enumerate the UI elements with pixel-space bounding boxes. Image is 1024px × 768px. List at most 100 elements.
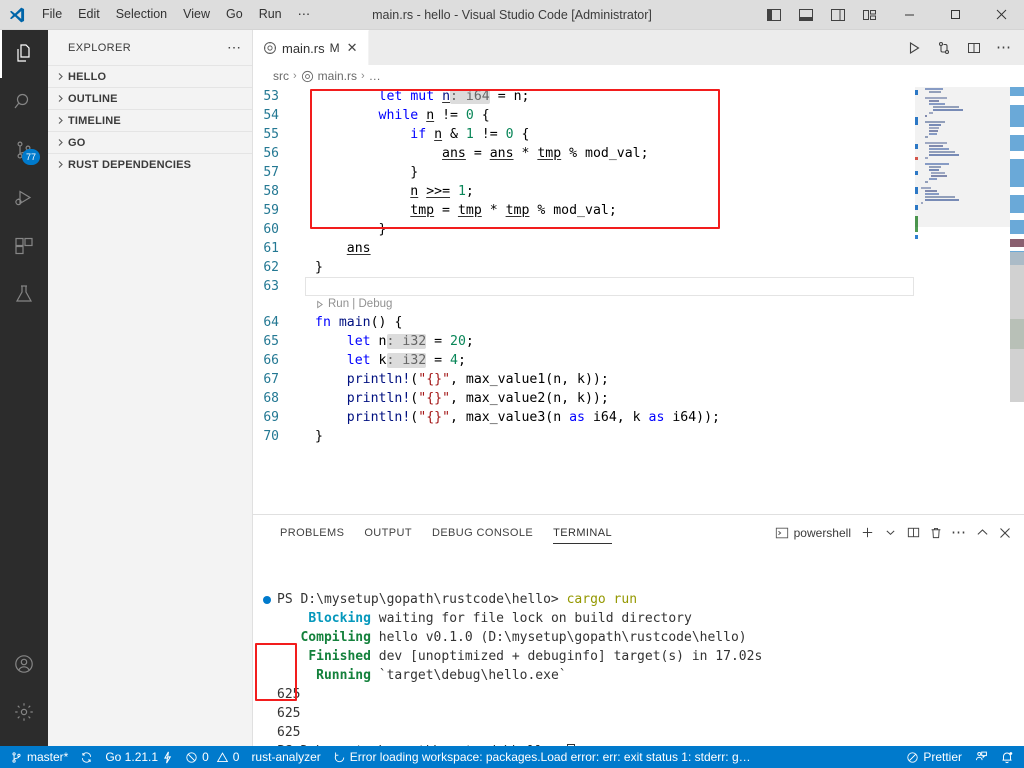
terminal-command-marker	[263, 595, 271, 604]
sidebar-section-go[interactable]: GO	[48, 131, 252, 153]
minimize-button[interactable]	[886, 0, 932, 30]
breadcrumb-item-main-rs[interactable]: main.rs	[301, 69, 357, 83]
sidebar-section-rust-dependencies[interactable]: RUST DEPENDENCIES	[48, 153, 252, 175]
editor-more-actions-icon[interactable]: ⋯	[990, 30, 1018, 65]
activity-item-accounts[interactable]	[0, 640, 48, 688]
panel-tab-debug-console[interactable]: DEBUG CONSOLE	[422, 515, 543, 550]
code-line[interactable]: 57 }	[253, 163, 1024, 182]
status-notifications[interactable]	[994, 746, 1020, 768]
close-button[interactable]	[978, 0, 1024, 30]
customize-layout-icon[interactable]	[854, 0, 886, 30]
kill-terminal-trash-icon[interactable]	[925, 515, 947, 550]
split-terminal-icon[interactable]	[902, 515, 924, 550]
terminal-text: PS D:\mysetup\gopath\rustcode\hello>	[277, 742, 567, 746]
terminal-line: 625	[263, 685, 1024, 704]
code-line[interactable]: 65 let n: i32 = 20;	[253, 332, 1024, 351]
code-line[interactable]: 60 }	[253, 220, 1024, 239]
sidebar-section-timeline[interactable]: TIMELINE	[48, 109, 252, 131]
code-line[interactable]: 61 ans	[253, 239, 1024, 258]
sidebar-section-outline[interactable]: OUTLINE	[48, 87, 252, 109]
minimap-slider[interactable]	[915, 87, 1010, 227]
code-line[interactable]: 53 let mut n: i64 = n;	[253, 87, 1024, 106]
inlay-type-hint: : i64	[450, 89, 490, 104]
terminal-selector[interactable]: powershell	[775, 526, 855, 540]
status-branch-label: master*	[27, 750, 69, 764]
activity-item-explorer[interactable]	[0, 30, 48, 78]
status-prettier[interactable]: Prettier	[900, 746, 968, 768]
editor-tab-close-icon[interactable]: ✕	[347, 40, 358, 56]
activity-item-settings[interactable]	[0, 688, 48, 736]
code-token: let	[378, 89, 403, 104]
code-line[interactable]: 67 println!("{}", max_value1(n, k));	[253, 370, 1024, 389]
code-line[interactable]: 62}	[253, 258, 1024, 277]
git-graph-icon[interactable]	[930, 30, 958, 65]
codelens-run-link[interactable]: Run	[328, 295, 349, 314]
menu-edit[interactable]: Edit	[70, 4, 108, 25]
menu-selection[interactable]: Selection	[108, 4, 175, 25]
sidebar-section-label: GO	[68, 136, 86, 149]
code-token: 20	[450, 334, 466, 349]
status-branch[interactable]: master*	[4, 746, 74, 768]
activity-item-search[interactable]	[0, 78, 48, 126]
maximize-panel-chevron-up-icon[interactable]	[971, 515, 993, 550]
code-token: "{}"	[418, 391, 451, 406]
codelens-debug-link[interactable]: Debug	[359, 295, 393, 314]
panel-tab-terminal[interactable]: TERMINAL	[543, 515, 622, 550]
minimap[interactable]	[915, 87, 1010, 514]
toggle-primary-sidebar-icon[interactable]	[758, 0, 790, 30]
activity-item-run-and-debug[interactable]	[0, 174, 48, 222]
panel-tab-output[interactable]: OUTPUT	[354, 515, 422, 550]
toggle-panel-icon[interactable]	[790, 0, 822, 30]
menu-run[interactable]: Run	[251, 4, 290, 25]
chevron-right-icon	[52, 94, 68, 103]
new-terminal-plus-icon[interactable]	[856, 515, 878, 550]
activity-item-source-control[interactable]: 77	[0, 126, 48, 174]
toggle-secondary-sidebar-icon[interactable]	[822, 0, 854, 30]
editor-tab-main-rs[interactable]: main.rs M ✕	[253, 30, 369, 65]
menu-more[interactable]: ⋯	[290, 4, 319, 25]
code-editor[interactable]: 53 let mut n: i64 = n; 54 while n != 0 {5…	[253, 87, 1024, 514]
menu-view[interactable]: View	[175, 4, 218, 25]
status-rust-analyzer[interactable]: rust-analyzer	[245, 746, 326, 768]
breadcrumb-item-more[interactable]: …	[369, 69, 381, 83]
code-line[interactable]: 69 println!("{}", max_value3(n as i64, k…	[253, 408, 1024, 427]
status-sync[interactable]	[74, 746, 99, 768]
activity-item-testing[interactable]	[0, 270, 48, 318]
terminal-profile-chevron-down-icon[interactable]	[879, 515, 901, 550]
status-go-version[interactable]: Go 1.21.1	[99, 746, 179, 768]
code-line[interactable]: 56 ans = ans * tmp % mod_val;	[253, 144, 1024, 163]
status-feedback[interactable]	[968, 746, 994, 768]
code-line[interactable]: 66 let k: i32 = 4;	[253, 351, 1024, 370]
sidebar-more-actions-icon[interactable]: ⋯	[227, 39, 242, 56]
status-workspace-error[interactable]: Error loading workspace: packages.Load e…	[327, 746, 757, 768]
status-problems[interactable]: 0 0	[179, 746, 245, 768]
code-line[interactable]: 59 tmp = tmp * tmp % mod_val;	[253, 201, 1024, 220]
run-code-play-icon[interactable]	[900, 30, 928, 65]
code-token: println!	[346, 391, 411, 406]
code-line[interactable]: 63	[253, 277, 1024, 296]
code-line[interactable]: 54 while n != 0 {	[253, 106, 1024, 125]
code-line[interactable]: 55 if n & 1 != 0 {	[253, 125, 1024, 144]
terminal-output[interactable]: PS D:\mysetup\gopath\rustcode\hello> car…	[253, 550, 1024, 746]
panel-more-actions-ellipsis-icon[interactable]: ⋯	[948, 515, 970, 550]
breadcrumb-item-src[interactable]: src	[273, 69, 289, 83]
rust-file-icon	[263, 41, 277, 55]
panel-tab-problems[interactable]: PROBLEMS	[270, 515, 354, 550]
overview-ruler[interactable]	[1010, 87, 1024, 514]
maximize-button[interactable]	[932, 0, 978, 30]
code-line[interactable]: 70}	[253, 427, 1024, 446]
sidebar-section-hello[interactable]: HELLO	[48, 65, 252, 87]
menu-file[interactable]: File	[34, 4, 70, 25]
code-line[interactable]: 68 println!("{}", max_value2(n, k));	[253, 389, 1024, 408]
line-number: 70	[263, 429, 279, 444]
menu-go[interactable]: Go	[218, 4, 251, 25]
split-editor-icon[interactable]	[960, 30, 988, 65]
code-line[interactable]: 64 fn main() {	[253, 313, 1024, 332]
source-control-badge: 77	[21, 149, 40, 165]
code-line[interactable]: 58 n >>= 1;	[253, 182, 1024, 201]
close-panel-close-icon[interactable]	[994, 515, 1016, 550]
activity-item-extensions[interactable]	[0, 222, 48, 270]
